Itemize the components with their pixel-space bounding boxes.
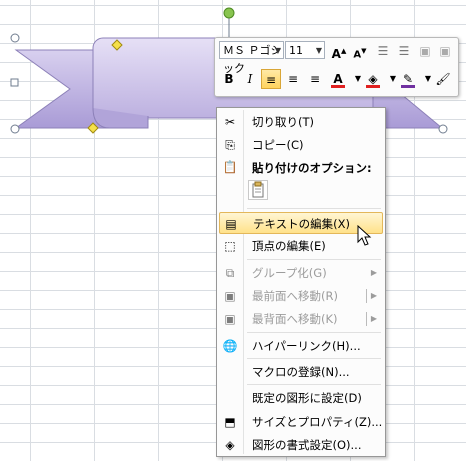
menu-item-assign-macro[interactable]: マクロの登録(N)... xyxy=(219,361,383,383)
line-color-button[interactable]: ✎ xyxy=(398,69,418,89)
font-size-value: 11 xyxy=(289,44,303,57)
menu-item-set-default-shape[interactable]: 既定の図形に設定(D) xyxy=(219,387,383,409)
paste-icon xyxy=(252,181,264,198)
menu-item-send-back[interactable]: ▣ 最背面へ移動(K) ▶ xyxy=(219,308,383,330)
font-name-box[interactable]: ＭＳ Ｐゴシック ▼ xyxy=(219,41,284,75)
split-divider xyxy=(366,312,367,326)
submenu-arrow-icon: ▶ xyxy=(370,268,377,277)
menu-item-cut[interactable]: ✂ 切り取り(T) xyxy=(219,111,383,133)
font-color-button[interactable]: A xyxy=(328,69,348,89)
align-left-button[interactable]: ≡ xyxy=(261,69,281,89)
menu-separator xyxy=(247,358,381,359)
paste-option-button[interactable] xyxy=(248,180,268,200)
menu-header-paste-options: 📋 貼り付けのオプション: xyxy=(222,160,372,175)
hyperlink-icon: 🌐 xyxy=(222,339,238,353)
menu-item-group[interactable]: ⧉ グループ化(G) ▶ xyxy=(219,262,383,284)
align-right-button[interactable]: ≡ xyxy=(305,69,325,89)
text-edit-icon: ▤ xyxy=(225,217,237,231)
bring-front-icon: ▣ xyxy=(224,289,236,303)
split-divider xyxy=(366,289,367,303)
copy-icon: ⎘ xyxy=(225,138,235,152)
format-painter-icon[interactable]: 🖌 xyxy=(433,69,453,89)
menu-separator xyxy=(247,259,381,260)
font-size-box[interactable]: 11 ▼ xyxy=(285,41,325,59)
context-menu: ✂ 切り取り(T) ⎘ コピー(C) 📋 貼り付けのオプション: ▤ テキストの… xyxy=(216,107,386,457)
fill-color-button[interactable]: ◈ xyxy=(363,69,383,89)
mini-toolbar: ＭＳ Ｐゴシック ▼ 11 ▼ A▲ A▼ ☰ ☰ ▣ ▣ B I ≡ ≡ ≡ … xyxy=(214,37,459,97)
format-shape-icon: ◈ xyxy=(225,438,235,452)
italic-button[interactable]: I xyxy=(240,69,260,89)
bold-button[interactable]: B xyxy=(219,69,239,89)
menu-item-copy[interactable]: ⎘ コピー(C) xyxy=(219,134,383,156)
bring-front-icon[interactable]: ▣ xyxy=(415,41,435,61)
align-center-button[interactable]: ≡ xyxy=(283,69,303,89)
group-icon: ⧉ xyxy=(225,266,235,280)
submenu-arrow-icon: ▶ xyxy=(370,291,377,300)
chevron-down-icon[interactable]: ▼ xyxy=(316,42,322,60)
menu-item-hyperlink[interactable]: 🌐 ハイパーリンク(H)... xyxy=(219,335,383,357)
scissors-icon: ✂ xyxy=(224,115,236,129)
decrease-font-button[interactable]: A▼ xyxy=(350,41,370,61)
increase-font-button[interactable]: A▲ xyxy=(329,41,349,61)
decrease-indent-button[interactable]: ☰ xyxy=(373,41,393,61)
menu-item-size-properties[interactable]: ⬒ サイズとプロパティ(Z)... xyxy=(219,411,383,433)
menu-separator xyxy=(247,384,381,385)
chevron-down-icon[interactable]: ▼ xyxy=(275,42,281,60)
paste-icon: 📋 xyxy=(222,160,238,174)
increase-indent-button[interactable]: ☰ xyxy=(394,41,414,61)
mouse-cursor-icon xyxy=(357,225,372,246)
send-back-icon[interactable]: ▣ xyxy=(435,41,455,61)
menu-separator xyxy=(247,332,381,333)
send-back-icon: ▣ xyxy=(224,312,236,326)
rotation-handle[interactable] xyxy=(223,7,235,19)
size-properties-icon: ⬒ xyxy=(224,415,236,429)
menu-item-format-shape[interactable]: ◈ 図形の書式設定(O)... xyxy=(219,434,383,456)
menu-separator xyxy=(247,208,381,209)
submenu-arrow-icon: ▶ xyxy=(370,314,377,323)
menu-item-bring-front[interactable]: ▣ 最前面へ移動(R) ▶ xyxy=(219,285,383,307)
edit-points-icon: ⬚ xyxy=(224,239,236,253)
